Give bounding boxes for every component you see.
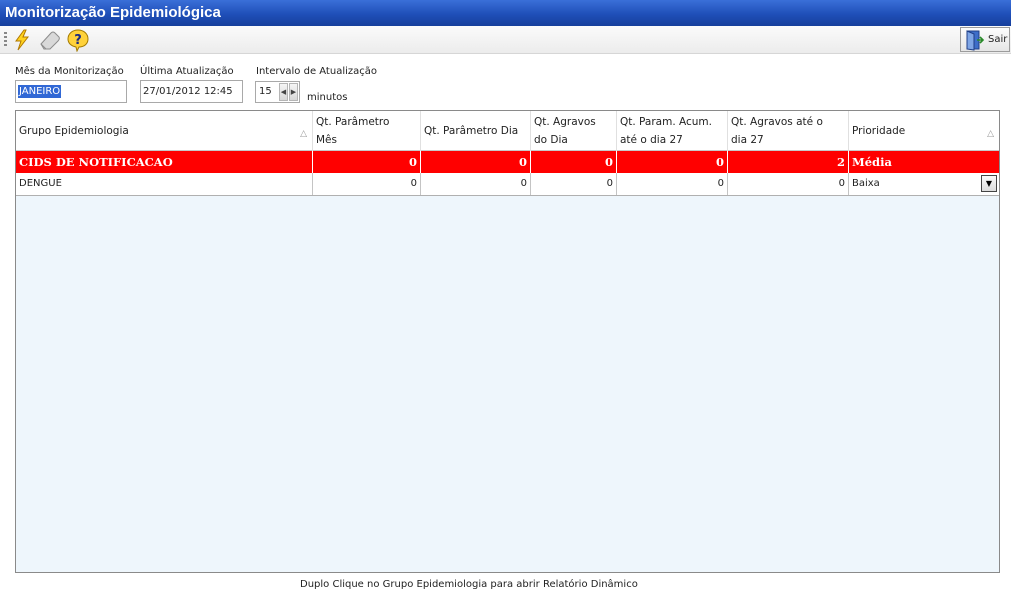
table-row[interactable]: CIDS DE NOTIFICACAO 0 0 0 0 2 Média [16, 151, 999, 173]
month-input[interactable]: JANEIRO [15, 80, 127, 103]
cell-group[interactable]: DENGUE [16, 173, 313, 195]
column-header-label: Qt. Parâmetro Mês [316, 116, 390, 146]
interval-unit: minutos [307, 92, 348, 103]
column-header-param-dia[interactable]: Qt. Parâmetro Dia [421, 111, 531, 151]
eraser-icon [40, 31, 60, 50]
window-title: Monitorização Epidemiológica [5, 4, 221, 21]
interval-value: 15 [259, 86, 272, 97]
column-header-label: Qt. Param. Acum. até o dia 27 [620, 116, 712, 146]
dropdown-button[interactable]: ▼ [981, 175, 997, 192]
cell-agravos-ate[interactable]: 0 [728, 173, 849, 195]
column-header-label: Qt. Parâmetro Dia [424, 125, 519, 137]
last-update-field[interactable]: 27/01/2012 12:45 [140, 80, 243, 103]
prioridade-select[interactable]: Baixa ▼ [849, 173, 999, 195]
interval-label: Intervalo de Atualização [256, 66, 378, 77]
exit-label: Sair [988, 34, 1008, 45]
cell-param-dia[interactable]: 0 [421, 151, 531, 173]
last-update-label: Última Atualização [140, 66, 234, 77]
lightning-icon [15, 29, 30, 51]
table-row[interactable]: DENGUE 0 0 0 0 0 Baixa ▼ [16, 173, 999, 196]
chevron-right-icon: ▶ [290, 88, 297, 96]
column-header-group[interactable]: Grupo Epidemiologia △ [16, 111, 313, 151]
epidemiology-grid[interactable]: Grupo Epidemiologia △ Qt. Parâmetro Mês … [15, 110, 1000, 573]
cell-param-mes[interactable]: 0 [313, 173, 421, 195]
interval-spinner[interactable]: 15 ◀ ▶ [255, 81, 300, 103]
column-header-param-mes[interactable]: Qt. Parâmetro Mês [313, 111, 421, 151]
cell-param-acum[interactable]: 0 [617, 173, 728, 195]
sort-icon: △ [987, 129, 994, 139]
exit-button[interactable]: Sair [960, 27, 1010, 52]
footer-hint: Duplo Clique no Grupo Epidemiologia para… [300, 579, 638, 590]
chevron-left-icon: ◀ [280, 88, 287, 96]
month-label: Mês da Monitorização [15, 66, 124, 77]
window-title-bar: Monitorização Epidemiológica [0, 0, 1011, 26]
column-header-agravos-ate[interactable]: Qt. Agravos até o dia 27 [728, 111, 849, 151]
cell-agravos-dia[interactable]: 0 [531, 151, 617, 173]
clear-button[interactable] [37, 27, 63, 53]
cell-param-dia[interactable]: 0 [421, 173, 531, 195]
prioridade-value: Baixa [852, 178, 880, 189]
column-header-param-acum[interactable]: Qt. Param. Acum. até o dia 27 [617, 111, 728, 151]
spin-up-button[interactable]: ▶ [289, 83, 298, 101]
help-icon: ? [67, 29, 89, 52]
grid-header: Grupo Epidemiologia △ Qt. Parâmetro Mês … [16, 111, 999, 151]
column-header-label: Qt. Agravos até o dia 27 [731, 116, 823, 146]
sort-icon: △ [300, 129, 307, 139]
column-header-agravos-dia[interactable]: Qt. Agravos do Dia [531, 111, 617, 151]
cell-param-mes[interactable]: 0 [313, 151, 421, 173]
last-update-value: 27/01/2012 12:45 [143, 86, 233, 97]
cell-agravos-dia[interactable]: 0 [531, 173, 617, 195]
toolbar: ? Sair [0, 26, 1011, 54]
column-header-label: Prioridade [852, 125, 906, 137]
month-value: JANEIRO [18, 85, 62, 98]
column-header-label: Qt. Agravos do Dia [534, 116, 596, 146]
help-button[interactable]: ? [65, 27, 91, 53]
spin-down-button[interactable]: ◀ [279, 83, 288, 101]
cell-prioridade[interactable]: Média [849, 151, 999, 173]
column-header-label: Grupo Epidemiologia [19, 125, 129, 137]
column-header-prioridade[interactable]: Prioridade △ [849, 111, 999, 151]
cell-agravos-ate[interactable]: 2 [728, 151, 849, 173]
svg-text:?: ? [74, 33, 82, 48]
cell-param-acum[interactable]: 0 [617, 151, 728, 173]
cell-group[interactable]: CIDS DE NOTIFICACAO [16, 151, 313, 173]
toolbar-grip[interactable] [4, 32, 7, 48]
exit-door-icon [966, 30, 985, 51]
chevron-down-icon: ▼ [985, 179, 993, 188]
execute-button[interactable] [10, 27, 36, 53]
